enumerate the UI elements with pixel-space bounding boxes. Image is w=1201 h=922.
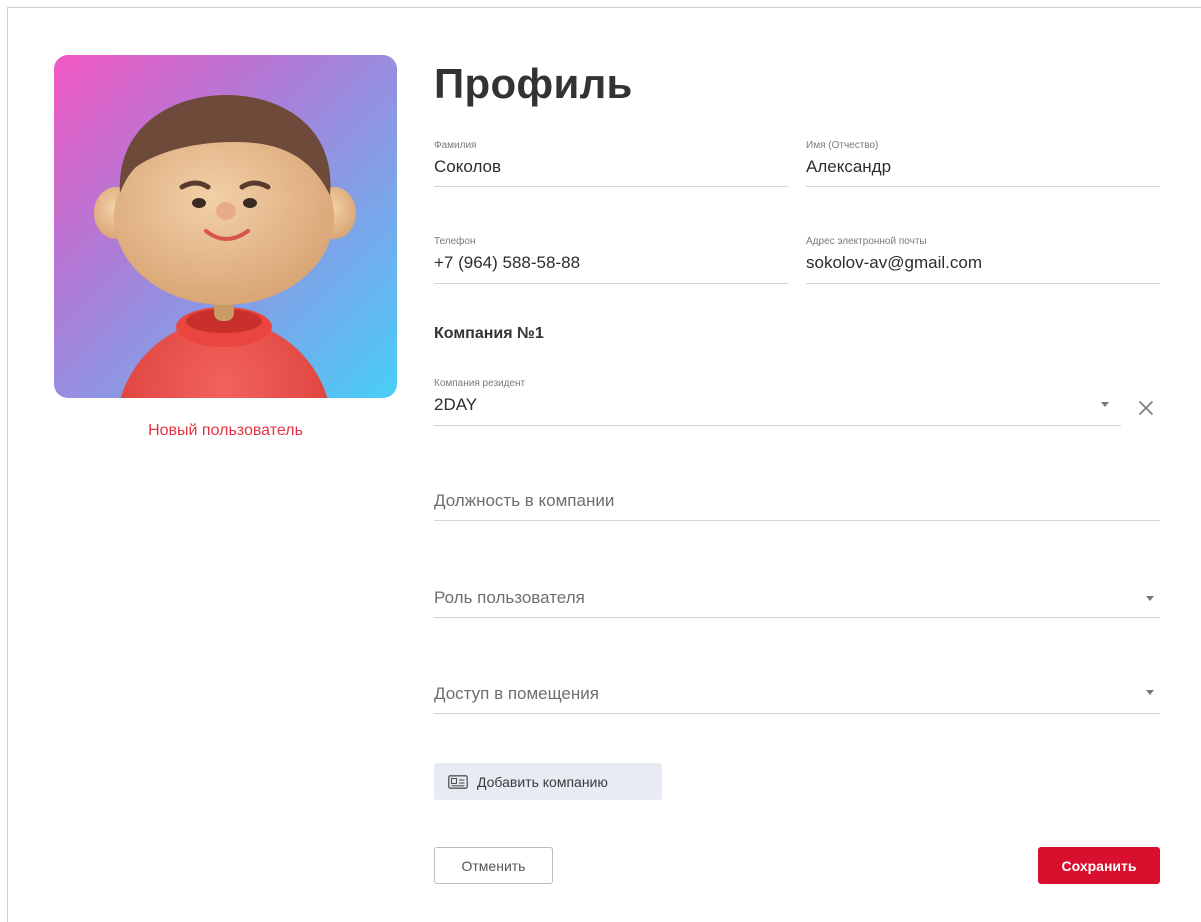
position-input[interactable]: Должность в компании — [434, 478, 1160, 521]
resident-company-value: 2DAY — [434, 395, 478, 414]
first-name-field[interactable]: Имя (Отчество) Александр — [806, 140, 1160, 187]
access-select[interactable]: Доступ в помещения — [434, 671, 1160, 714]
last-name-field[interactable]: Фамилия Соколов — [434, 140, 788, 187]
phone-field[interactable]: Телефон +7 (964) 588-58-88 — [434, 236, 788, 284]
phone-label: Телефон — [434, 236, 476, 247]
last-name-value: Соколов — [434, 157, 502, 176]
first-name-value: Александр — [806, 157, 892, 176]
add-company-label: Добавить компанию — [477, 773, 608, 790]
last-name-label: Фамилия — [434, 140, 477, 151]
id-card-icon — [448, 774, 468, 789]
phone-value: +7 (964) 588-58-88 — [434, 253, 581, 272]
chevron-down-icon[interactable] — [1146, 596, 1154, 601]
role-select[interactable]: Роль пользователя — [434, 575, 1160, 618]
user-avatar-icon — [94, 95, 356, 398]
email-field[interactable]: Адрес электронной почты sokolov-av@gmail… — [806, 236, 1160, 284]
email-value: sokolov-av@gmail.com — [806, 253, 982, 272]
save-button[interactable]: Сохранить — [1038, 847, 1160, 884]
position-placeholder: Должность в компании — [434, 491, 615, 510]
resident-company-label: Компания резидент — [434, 378, 526, 389]
close-icon[interactable] — [1136, 398, 1156, 418]
user-avatar[interactable] — [54, 55, 397, 398]
chevron-down-icon[interactable] — [1146, 690, 1154, 695]
email-label: Адрес электронной почты — [806, 236, 927, 247]
role-placeholder: Роль пользователя — [434, 588, 585, 607]
add-company-button[interactable]: Добавить компанию — [434, 763, 662, 800]
first-name-label: Имя (Отчество) — [806, 140, 879, 151]
resident-company-select[interactable]: Компания резидент 2DAY — [434, 378, 1121, 426]
company-section-title: Компания №1 — [434, 325, 544, 342]
user-status-label: Новый пользователь — [148, 422, 303, 439]
chevron-down-icon[interactable] — [1101, 402, 1109, 407]
page-title: Профиль — [434, 60, 633, 107]
access-placeholder: Доступ в помещения — [434, 684, 599, 703]
cancel-button[interactable]: Отменить — [434, 847, 553, 884]
